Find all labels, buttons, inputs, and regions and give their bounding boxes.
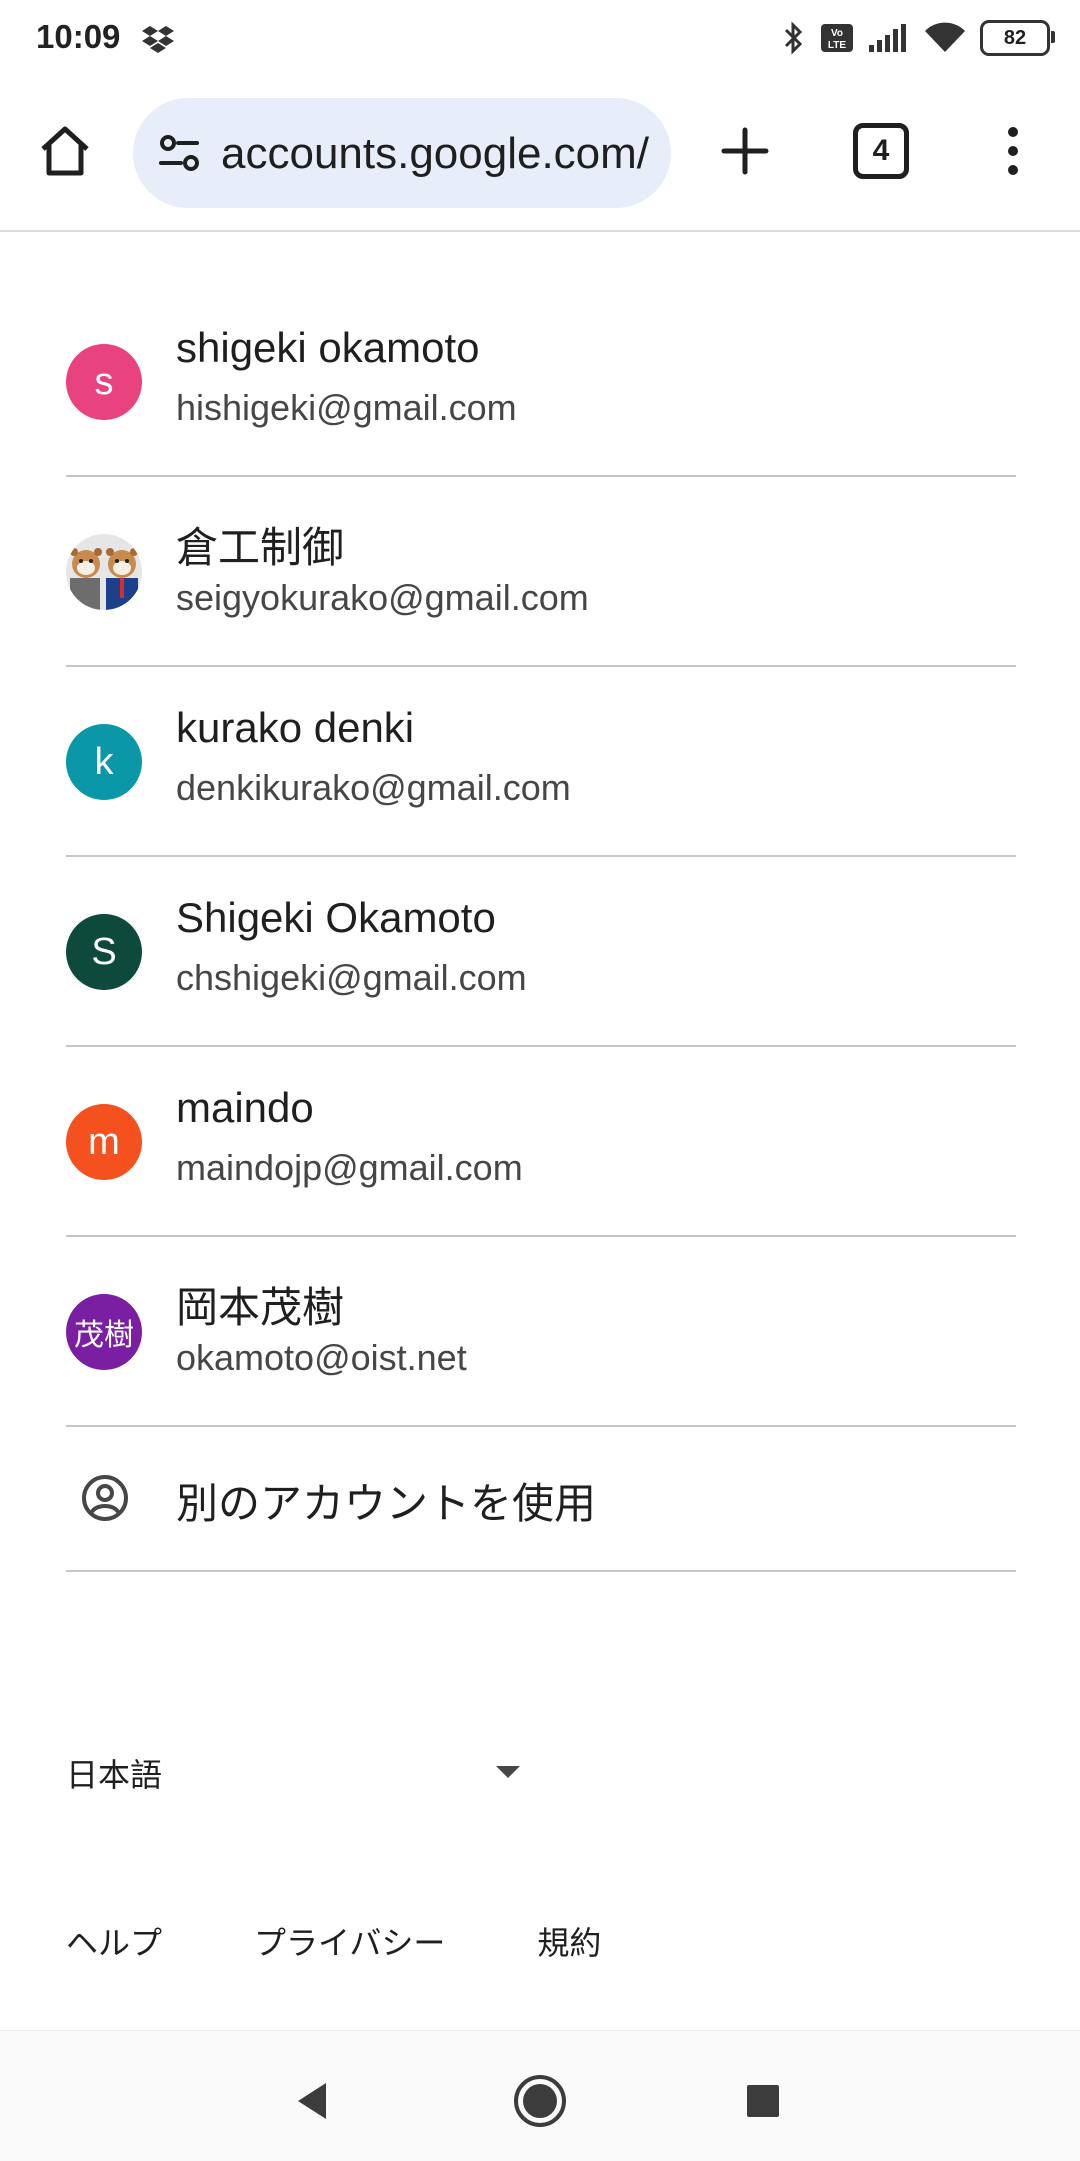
status-time: 10:09 <box>36 18 121 55</box>
account-item[interactable]: 倉工制御 seigyokurako@gmail.com <box>66 477 1016 667</box>
cellular-signal-icon <box>869 24 906 52</box>
home-button[interactable] <box>20 106 110 196</box>
account-email: seigyokurako@gmail.com <box>176 577 589 618</box>
site-settings-icon[interactable] <box>153 126 207 180</box>
account-email: okamoto@oist.net <box>176 1337 467 1378</box>
account-email: chshigeki@gmail.com <box>176 957 527 998</box>
avatar-initial: 茂樹 <box>74 1319 134 1352</box>
tab-count: 4 <box>853 123 909 179</box>
avatar: m <box>66 1104 142 1180</box>
url-text[interactable]: accounts.google.com/ <box>221 129 649 179</box>
language-selector[interactable]: 日本語 <box>66 1742 536 1802</box>
account-item[interactable]: s shigeki okamoto hishigeki@gmail.com <box>66 287 1016 477</box>
recents-button[interactable] <box>728 2066 798 2136</box>
account-name: 倉工制御 <box>176 524 345 571</box>
volte-icon: Vo LTE <box>821 24 853 52</box>
plus-icon <box>721 127 769 175</box>
tab-switcher-button[interactable]: 4 <box>836 106 926 196</box>
avatar: 茂樹 <box>66 1294 142 1370</box>
avatar-initial: k <box>94 740 114 783</box>
mascot-avatar-icon <box>70 548 138 610</box>
terms-link[interactable]: 規約 <box>537 1918 601 1968</box>
account-item[interactable]: m maindo maindojp@gmail.com <box>66 1047 1016 1237</box>
footer-links: ヘルプ プライバシー 規約 <box>66 1918 693 1968</box>
back-button[interactable] <box>277 2066 347 2136</box>
account-name: Shigeki Okamoto <box>176 894 496 941</box>
home-icon <box>41 126 89 176</box>
svg-text:Vo: Vo <box>831 28 843 39</box>
help-link[interactable]: ヘルプ <box>66 1918 162 1968</box>
more-vert-icon <box>1008 127 1018 175</box>
address-bar[interactable]: accounts.google.com/ <box>133 98 671 208</box>
privacy-link[interactable]: プライバシー <box>254 1918 445 1968</box>
avatar: s <box>66 344 142 420</box>
new-tab-button[interactable] <box>700 106 790 196</box>
bluetooth-icon <box>784 21 803 55</box>
account-item[interactable]: 茂樹 岡本茂樹 okamoto@oist.net <box>66 1237 1016 1427</box>
account-name: shigeki okamoto <box>176 324 480 371</box>
account-name: kurako denki <box>176 704 415 751</box>
language-selected: 日本語 <box>66 1757 163 1793</box>
use-another-account-button[interactable]: 別のアカウントを使用 <box>66 1427 1016 1572</box>
avatar-initial: S <box>91 930 117 973</box>
home-circle-icon <box>514 2075 566 2127</box>
avatar: S <box>66 914 142 990</box>
recents-square-icon <box>747 2085 779 2117</box>
account-name: 岡本茂樹 <box>176 1284 345 1331</box>
dropbox-icon <box>142 26 174 53</box>
account-item[interactable]: S Shigeki Okamoto chshigeki@gmail.com <box>66 857 1016 1047</box>
wifi-icon <box>925 22 965 52</box>
account-circle-icon <box>82 1475 128 1521</box>
account-email: hishigeki@gmail.com <box>176 387 517 428</box>
menu-button[interactable] <box>968 106 1058 196</box>
home-nav-button[interactable] <box>505 2066 575 2136</box>
avatar: k <box>66 724 142 800</box>
back-triangle-icon <box>298 2083 326 2119</box>
account-list: s shigeki okamoto hishigeki@gmail.com 倉工… <box>66 287 1016 1572</box>
account-name: maindo <box>176 1084 314 1131</box>
system-navigation-bar <box>0 2030 1080 2161</box>
avatar-initial: s <box>94 360 114 403</box>
status-bar: 10:09 Vo LTE 82 <box>0 0 1080 76</box>
account-email: maindojp@gmail.com <box>176 1147 523 1188</box>
use-another-account-label: 別のアカウントを使用 <box>176 1480 597 1527</box>
avatar-initial: m <box>88 1120 120 1163</box>
battery-level: 82 <box>1003 26 1027 49</box>
chevron-down-icon <box>496 1766 520 1778</box>
account-email: denkikurako@gmail.com <box>176 767 571 808</box>
avatar <box>66 534 142 610</box>
svg-text:LTE: LTE <box>828 40 846 51</box>
browser-toolbar: accounts.google.com/ 4 <box>0 76 1080 232</box>
battery-indicator: 82 <box>980 20 1055 56</box>
account-item[interactable]: k kurako denki denkikurako@gmail.com <box>66 667 1016 857</box>
